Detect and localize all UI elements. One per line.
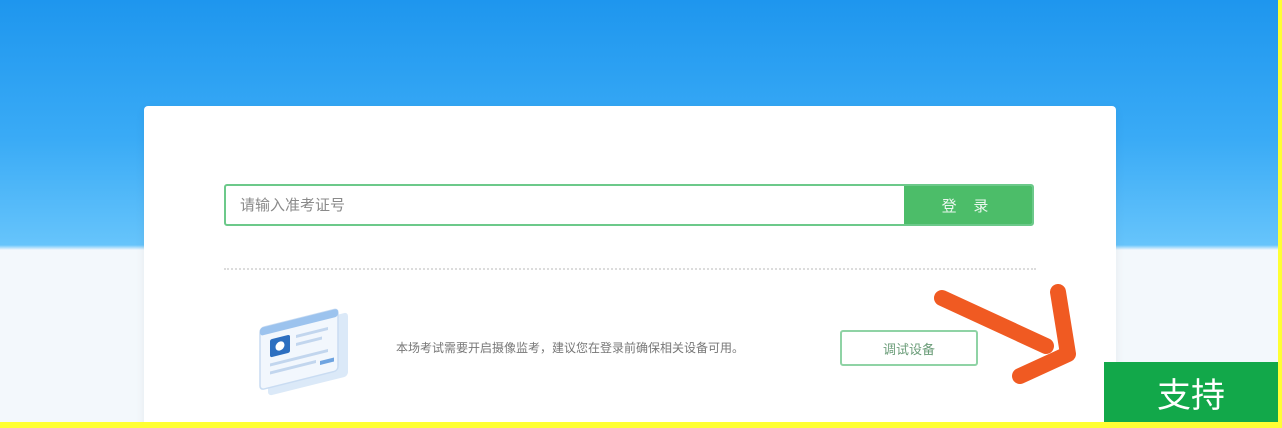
pointer-arrow-icon [934, 284, 1076, 384]
exam-document-illustration-icon [259, 308, 348, 396]
camera-proctoring-notice: 本场考试需要开启摄像监考，建议您在登录前确保相关设备可用。 [396, 341, 745, 355]
dotted-divider [224, 268, 1036, 270]
admission-ticket-input[interactable] [226, 186, 904, 224]
login-form: 登 录 [224, 184, 1034, 226]
page-background: 登 录 本场考试需要开启摄像监考，建议您在登录前确保相关设备可用。 调试设备 支… [0, 0, 1278, 422]
support-button[interactable]: 支持 [1104, 362, 1278, 422]
login-button[interactable]: 登 录 [904, 186, 1032, 224]
